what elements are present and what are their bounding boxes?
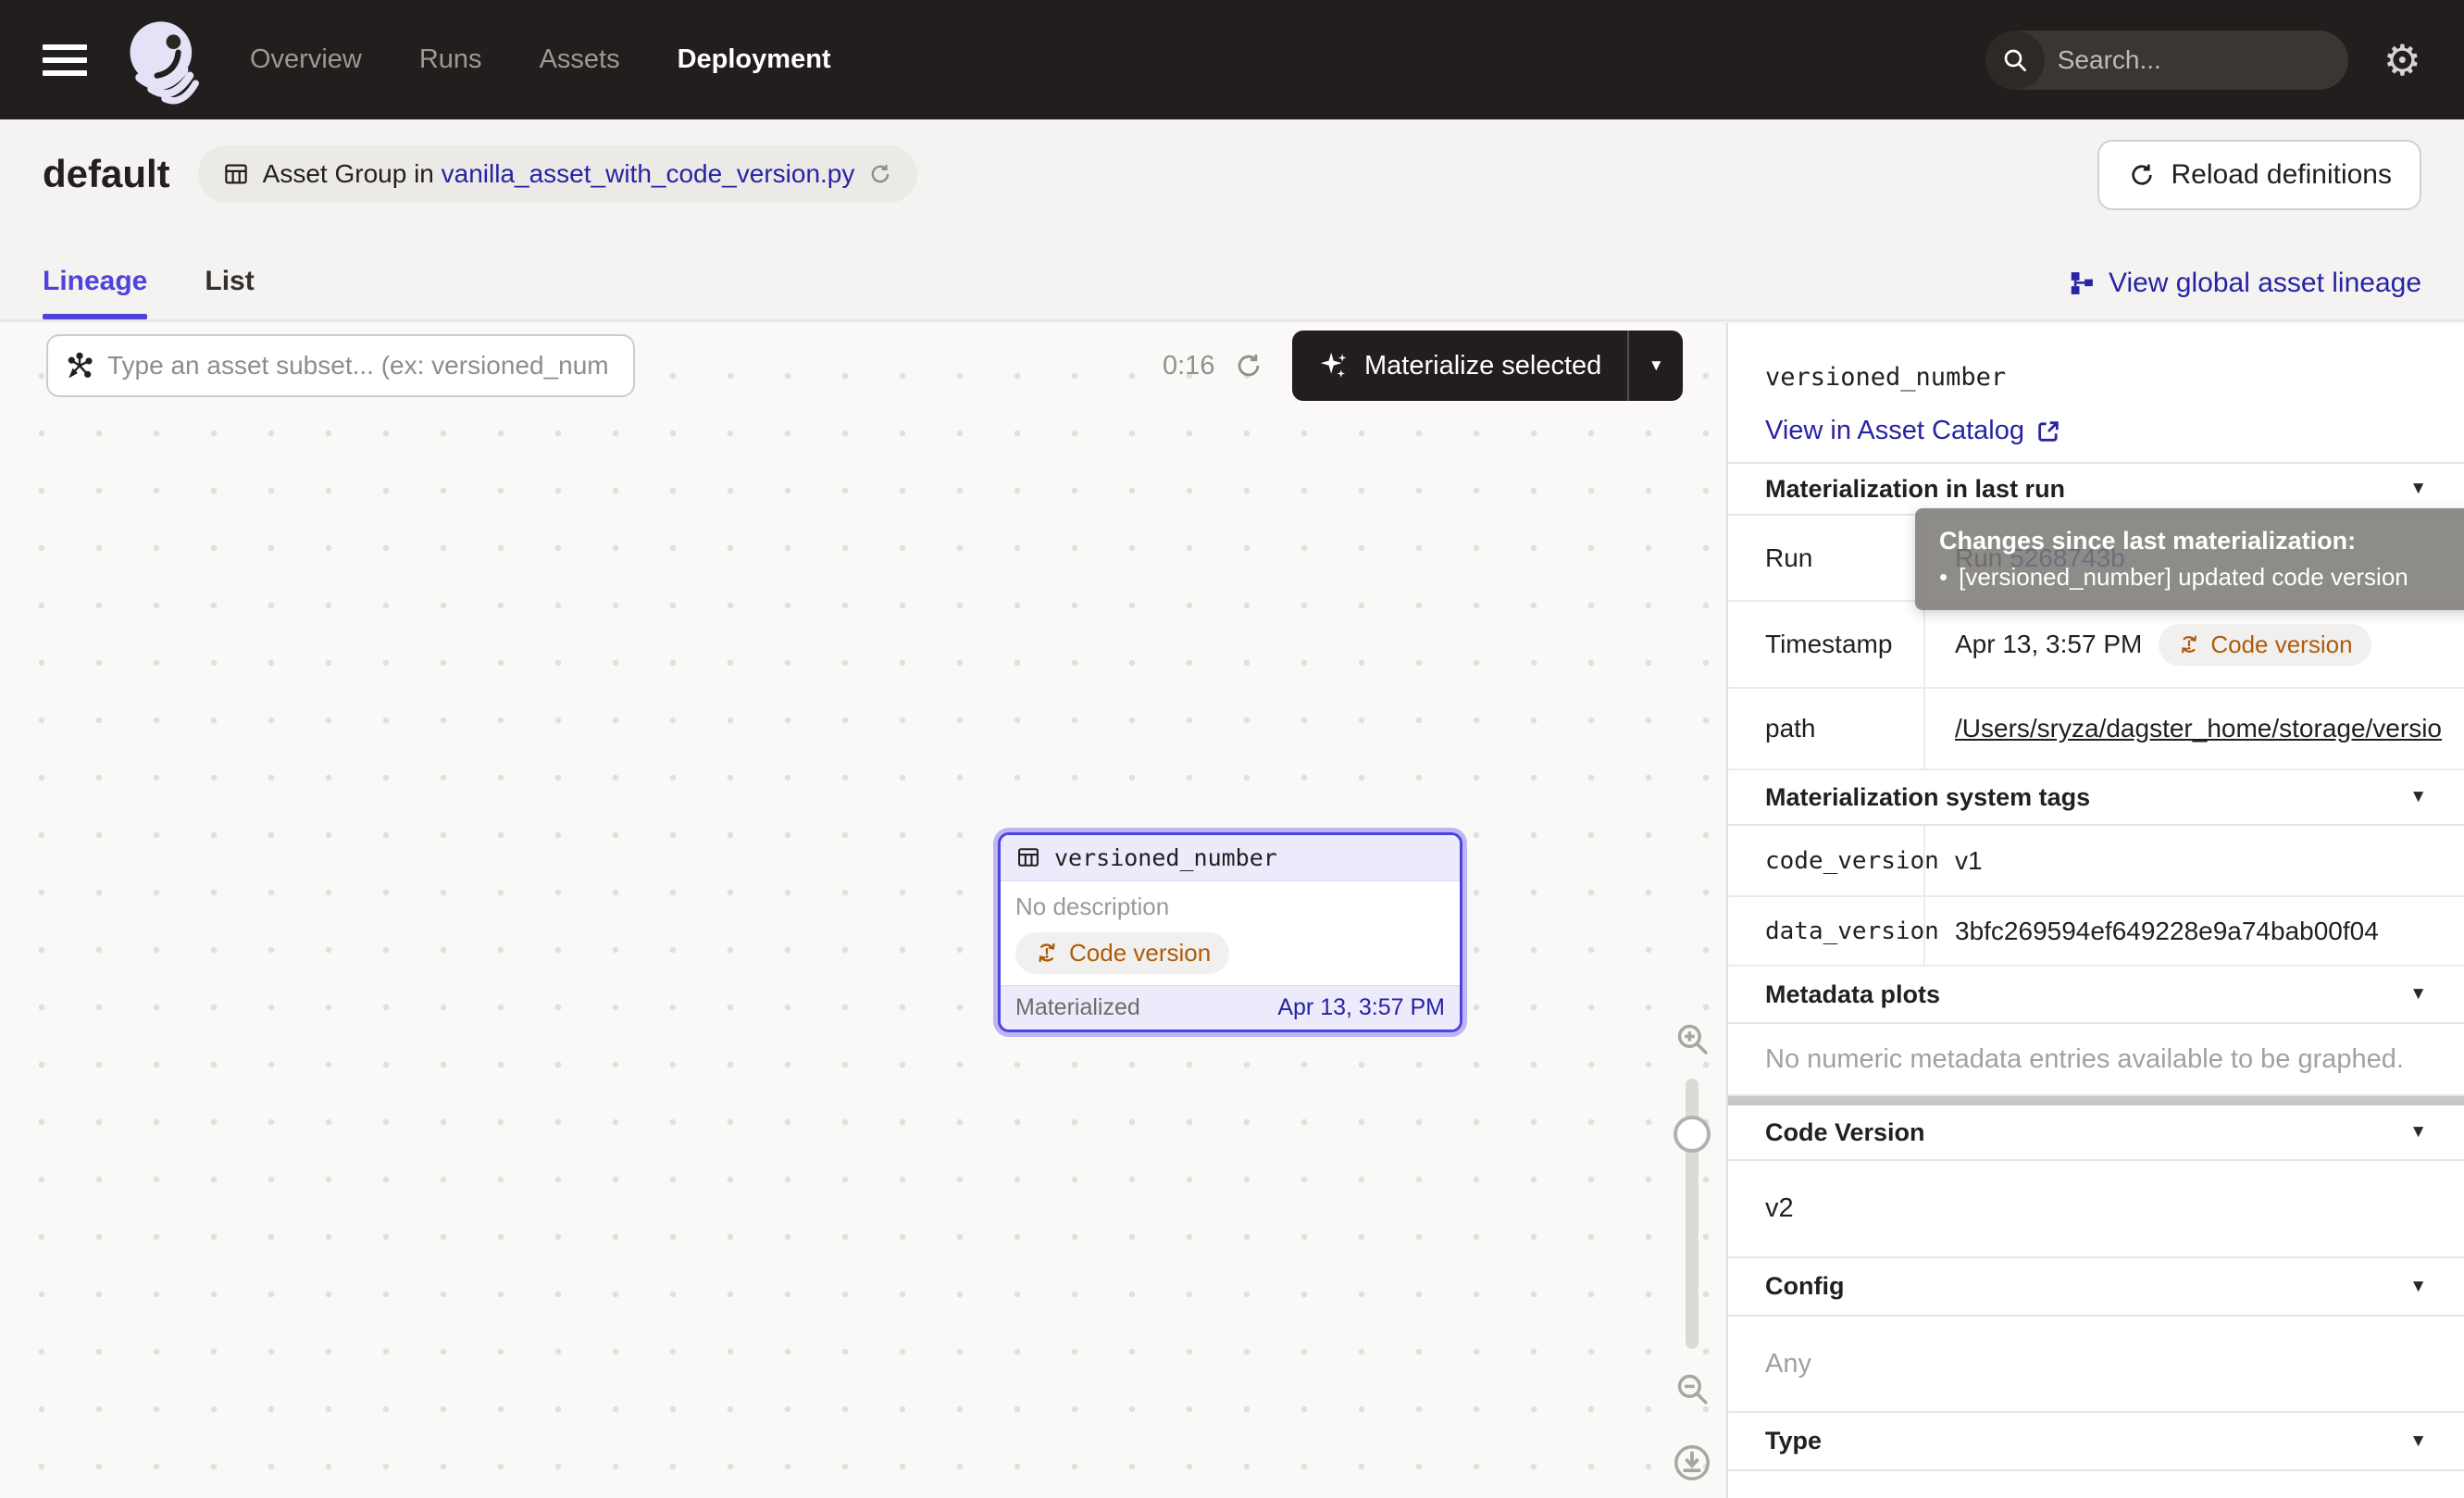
table-row: path /Users/sryza/dagster_home/storage/v… xyxy=(1728,689,2464,770)
materialize-dropdown-button[interactable]: ▼ xyxy=(1629,331,1683,401)
sync-alert-icon xyxy=(1034,940,1060,966)
reload-group-icon[interactable] xyxy=(867,161,893,187)
refresh-countdown: 0:16 xyxy=(1163,351,1214,381)
refresh-icon xyxy=(2127,160,2157,190)
tab-lineage[interactable]: Lineage xyxy=(43,266,147,319)
sync-alert-icon xyxy=(2177,632,2201,656)
nav-item-runs[interactable]: Runs xyxy=(419,44,482,75)
section-materialization-last-run[interactable]: Materialization in last run▼ xyxy=(1728,462,2464,514)
zoom-controls xyxy=(1662,1019,1722,1484)
tag-value: v1 xyxy=(1925,826,2464,895)
tag-value: 3bfc269594ef649228e9a74bab00f04 xyxy=(1925,897,2464,965)
asset-subset-input[interactable] xyxy=(107,351,616,381)
chevron-down-icon: ▼ xyxy=(2409,1277,2427,1297)
download-image-icon[interactable] xyxy=(1671,1442,1713,1484)
nav-links: Overview Runs Assets Deployment xyxy=(250,44,831,75)
asset-group-chip: Asset Group in vanilla_asset_with_code_v… xyxy=(198,145,918,203)
refresh-graph-icon[interactable] xyxy=(1233,350,1264,381)
view-global-asset-lineage-link[interactable]: View global asset lineage xyxy=(2068,268,2421,299)
table-row: Timestamp Apr 13, 3:57 PM xyxy=(1728,602,2464,689)
metadata-plots-empty-message: No numeric metadata entries available to… xyxy=(1728,1022,2464,1096)
code-version-changed-badge: Code version xyxy=(1015,932,1229,974)
table-row: data_version 3bfc269594ef649228e9a74bab0… xyxy=(1728,897,2464,967)
code-version-changed-badge: Code version xyxy=(2159,624,2371,666)
chevron-down-icon: ▼ xyxy=(2409,1122,2427,1142)
top-nav: Overview Runs Assets Deployment / ⚙ xyxy=(0,0,2464,119)
code-version-value: v2 xyxy=(1728,1161,2464,1258)
section-materialization-system-tags[interactable]: Materialization system tags▼ xyxy=(1728,770,2464,824)
settings-gear-icon[interactable]: ⚙ xyxy=(2383,39,2421,81)
zoom-slider-thumb[interactable] xyxy=(1674,1116,1711,1153)
section-config[interactable]: Config▼ xyxy=(1728,1258,2464,1317)
asset-group-label: Asset Group in vanilla_asset_with_code_v… xyxy=(263,159,855,189)
refresh-timer-group: 0:16 xyxy=(1163,334,1264,397)
nav-item-overview[interactable]: Overview xyxy=(250,44,362,75)
section-code-version[interactable]: Code Version▼ xyxy=(1728,1105,2464,1161)
materialize-selected-button[interactable]: Materialize selected xyxy=(1292,331,1627,401)
search-icon xyxy=(1985,31,2045,90)
nav-item-deployment[interactable]: Deployment xyxy=(678,44,831,75)
dagster-logo-icon[interactable] xyxy=(118,14,211,106)
system-tags-table: code_version v1 data_version 3bfc269594e… xyxy=(1728,824,2464,967)
table-row: code_version v1 xyxy=(1728,826,2464,897)
asset-graph-icon xyxy=(65,351,94,381)
tag-key: data_version xyxy=(1728,897,1925,965)
search-input[interactable] xyxy=(2045,45,2348,75)
panel-divider[interactable] xyxy=(1728,1096,2464,1105)
asset-node-header: versioned_number xyxy=(1001,835,1460,881)
tooltip-item: •[versioned_number] updated code version xyxy=(1939,563,2464,592)
panel-asset-title: versioned_number xyxy=(1728,354,2464,400)
lineage-graph-canvas[interactable]: 0:16 Materialize selected ▼ xyxy=(0,323,1726,1498)
hamburger-menu-icon[interactable] xyxy=(43,44,87,76)
chevron-down-icon: ▼ xyxy=(2409,1431,2427,1452)
table-grid-icon xyxy=(1015,844,1041,870)
zoom-out-icon[interactable] xyxy=(1673,1369,1711,1408)
storage-path-link[interactable]: /Users/sryza/dagster_home/storage/versio xyxy=(1955,714,2442,743)
config-value: Any xyxy=(1728,1317,2464,1413)
tab-list[interactable]: List xyxy=(205,266,254,319)
table-grid-icon xyxy=(222,160,250,188)
section-metadata-plots[interactable]: Metadata plots▼ xyxy=(1728,967,2464,1022)
chevron-down-icon: ▼ xyxy=(2409,479,2427,499)
view-tabs: Lineage List xyxy=(43,266,255,319)
reload-definitions-button[interactable]: Reload definitions xyxy=(2097,140,2422,210)
materialized-timestamp-link[interactable]: Apr 13, 3:57 PM xyxy=(1277,994,1445,1021)
code-file-link[interactable]: vanilla_asset_with_code_version.py xyxy=(442,159,855,188)
changes-tooltip: Changes since last materialization: •[ve… xyxy=(1915,508,2464,610)
zoom-slider[interactable] xyxy=(1686,1079,1699,1349)
dagster-app: Overview Runs Assets Deployment / ⚙ defa… xyxy=(0,0,2464,1498)
chevron-down-icon: ▼ xyxy=(2409,984,2427,1005)
asset-subset-filter[interactable] xyxy=(46,334,635,397)
tooltip-title: Changes since last materialization: xyxy=(1939,527,2464,556)
timestamp-row-label: Timestamp xyxy=(1728,602,1925,687)
asset-node-footer: Materialized Apr 13, 3:57 PM xyxy=(1001,985,1460,1030)
sparkle-icon xyxy=(1318,350,1350,381)
page-header: default Asset Group in vanilla_asset_wit… xyxy=(0,119,2464,321)
page-title: default xyxy=(43,152,170,196)
asset-node-versioned-number[interactable]: versioned_number No description xyxy=(998,832,1462,1032)
asset-detail-panel: versioned_number View in Asset Catalog M… xyxy=(1726,323,2464,1498)
view-in-asset-catalog-link[interactable]: View in Asset Catalog xyxy=(1728,400,2464,462)
zoom-in-icon[interactable] xyxy=(1673,1019,1711,1058)
section-type[interactable]: Type▼ xyxy=(1728,1413,2464,1471)
timestamp-value: Apr 13, 3:57 PM xyxy=(1955,630,2142,659)
lineage-graph-icon xyxy=(2068,269,2096,297)
external-link-icon xyxy=(2035,418,2061,444)
global-search[interactable]: / xyxy=(1985,31,2348,90)
materialize-button-group: Materialize selected ▼ xyxy=(1292,331,1683,401)
nav-item-assets[interactable]: Assets xyxy=(540,44,620,75)
asset-node-title: versioned_number xyxy=(1054,844,1277,871)
asset-node-description: No description xyxy=(1015,893,1445,921)
run-row-label: Run xyxy=(1728,516,1925,600)
tag-key: code_version xyxy=(1728,826,1925,895)
materialized-status-label: Materialized xyxy=(1015,994,1140,1021)
chevron-down-icon: ▼ xyxy=(2409,787,2427,807)
path-row-label: path xyxy=(1728,689,1925,768)
